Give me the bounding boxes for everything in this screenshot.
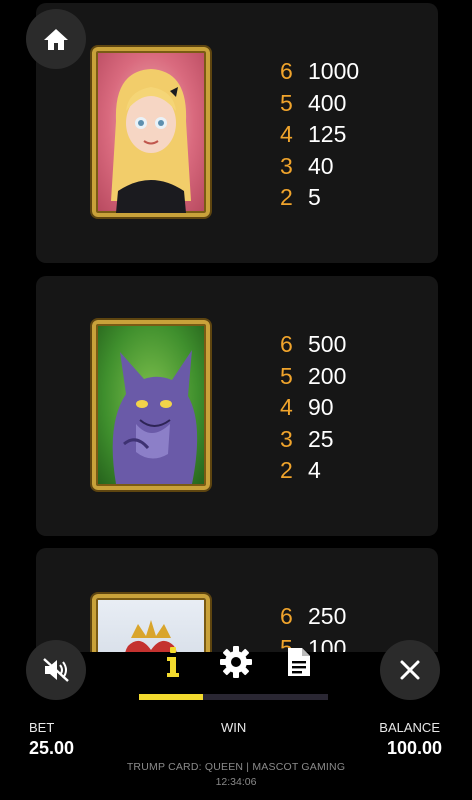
gear-icon	[220, 646, 252, 678]
speaker-muted-icon	[43, 658, 69, 682]
payout-row: 25	[280, 182, 420, 214]
paytable-card-heart: 6 250 5 100	[36, 548, 438, 652]
payout-value: 25	[308, 425, 334, 452]
alice-portrait-symbol-icon	[92, 47, 210, 217]
win-label: WIN	[221, 720, 247, 735]
symbol-count: 4	[280, 394, 293, 421]
tab-scroll-thumb	[139, 694, 204, 700]
game-title: TRUMP CARD: QUEEN | MASCOT GAMING	[126, 761, 346, 773]
symbol-count: 3	[280, 152, 293, 179]
paytable-card-alice: 6 1000 5 400 4 125 3 40 25	[36, 3, 438, 263]
payout-value: 250	[308, 603, 347, 629]
paytable-scroll-area[interactable]: 6 1000 5 400 4 125 3 40 25 6 500 5 200 4 90 3 25…	[0, 0, 472, 652]
payout-value: 4	[308, 457, 321, 484]
payout-row: 3 25	[280, 424, 420, 456]
symbol-count: 6	[280, 331, 293, 357]
info-icon	[167, 647, 179, 677]
payout-list: 6 1000 5 400 4 125 3 40 25	[280, 56, 420, 214]
balance-label: BALANCE	[379, 720, 440, 735]
close-button[interactable]	[380, 640, 440, 700]
tab-scroll-indicator	[139, 694, 328, 700]
payout-list: 6 500 5 200 4 90 3 25 24	[280, 329, 420, 487]
payout-row: 6 250	[280, 601, 420, 633]
home-icon	[44, 29, 68, 50]
close-icon	[400, 660, 420, 680]
sound-toggle-button[interactable]	[26, 640, 86, 700]
cheshire-cat-symbol-icon	[92, 320, 210, 490]
symbol-count: 6	[280, 603, 293, 629]
home-button[interactable]	[26, 9, 86, 69]
payout-row: 6 1000	[280, 56, 420, 88]
symbol-count: 5	[280, 89, 293, 116]
symbol-count: 2	[280, 457, 293, 484]
tab-info[interactable]	[153, 642, 193, 682]
symbol-count: 5	[280, 362, 293, 389]
paytable-card-cat: 6 500 5 200 4 90 3 25 24	[36, 276, 438, 536]
payout-value: 200	[308, 362, 347, 389]
clock-time: 12:34:06	[215, 776, 257, 788]
payout-row: 4 90	[280, 392, 420, 424]
tab-settings[interactable]	[216, 642, 256, 682]
bet-value: 25.00	[29, 738, 75, 758]
symbol-count: 2	[280, 184, 293, 211]
payout-row: 24	[280, 455, 420, 487]
symbol-count: 4	[280, 121, 293, 148]
payout-value: 5	[308, 184, 321, 211]
symbol-count: 6	[280, 58, 293, 84]
tab-paytable[interactable]	[279, 642, 319, 682]
payout-row: 3 40	[280, 151, 420, 183]
payout-value: 500	[308, 331, 347, 357]
payout-value: 40	[308, 152, 334, 179]
payout-value: 125	[308, 121, 347, 148]
payout-value: 1000	[308, 58, 360, 84]
payout-row: 5 400	[280, 88, 420, 120]
payout-value: 400	[308, 89, 347, 116]
payout-row: 6 500	[280, 329, 420, 361]
payout-value: 90	[308, 394, 334, 421]
symbol-count: 3	[280, 425, 293, 452]
bet-label: BET	[29, 720, 55, 735]
balance-value: 100.00	[386, 738, 442, 758]
document-icon	[288, 648, 310, 676]
payout-row: 4 125	[280, 119, 420, 151]
payout-row: 5 200	[280, 361, 420, 393]
